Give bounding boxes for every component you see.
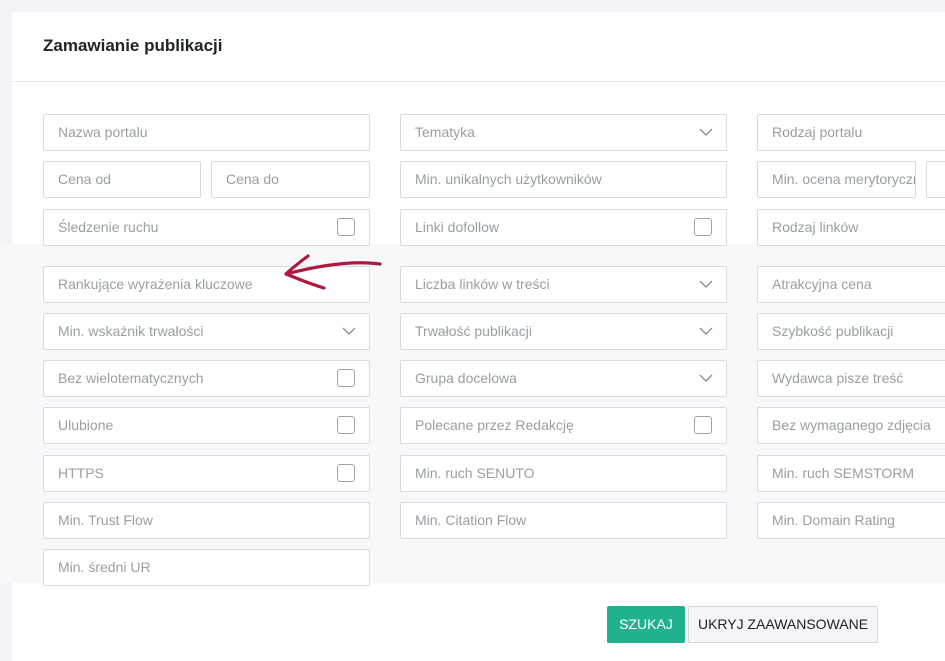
min-trust-flow-placeholder: Min. Trust Flow [58, 512, 153, 528]
links-in-content-select[interactable]: Liczba linków w treści [400, 266, 727, 303]
topic-label: Tematyka [415, 124, 475, 140]
target-group-label: Grupa docelowa [415, 370, 517, 386]
min-merit-rating-placeholder: Min. ocena merytoryczna [772, 171, 916, 187]
https-checkbox-field[interactable]: HTTPS [43, 455, 370, 492]
no-multitopic-checkbox[interactable] [337, 369, 355, 387]
traffic-tracking-checkbox[interactable] [337, 218, 355, 236]
favorites-label: Ulubione [58, 417, 114, 433]
next-field-input[interactable] [926, 161, 945, 198]
no-photo-required-label: Bez wymaganego zdjęcia [772, 417, 931, 433]
min-citation-flow-placeholder: Min. Citation Flow [415, 512, 527, 528]
links-in-content-label: Liczba linków w treści [415, 276, 550, 292]
annotation-arrow-icon [284, 254, 382, 290]
editor-recommended-checkbox-field[interactable]: Polecane przez Redakcję [400, 407, 727, 444]
min-citation-flow-input[interactable]: Min. Citation Flow [400, 502, 727, 539]
traffic-tracking-label: Śledzenie ruchu [58, 219, 159, 235]
publication-durability-label: Trwałość publikacji [415, 323, 532, 339]
min-semstorm-placeholder: Min. ruch SEMSTORM [772, 465, 915, 481]
min-unique-users-placeholder: Min. unikalnych użytkowników [415, 171, 602, 187]
dofollow-links-checkbox-field[interactable]: Linki dofollow [400, 209, 727, 246]
min-avg-ur-input[interactable]: Min. średni UR [43, 549, 370, 586]
publisher-writes-label: Wydawca pisze treść [772, 370, 904, 386]
https-label: HTTPS [58, 465, 104, 481]
portal-type-select[interactable]: Rodzaj portalu [757, 114, 945, 151]
attractive-price-field[interactable]: Atrakcyjna cena [757, 266, 945, 303]
min-senuto-input[interactable]: Min. ruch SENUTO [400, 455, 727, 492]
portal-type-label: Rodzaj portalu [772, 124, 863, 140]
ranking-keywords-placeholder: Rankujące wyrażenia kluczowe [58, 276, 253, 292]
portal-name-placeholder: Nazwa portalu [58, 124, 148, 140]
chevron-down-icon [699, 327, 713, 335]
favorites-checkbox-field[interactable]: Ulubione [43, 407, 370, 444]
no-photo-required-field[interactable]: Bez wymaganego zdjęcia [757, 407, 945, 444]
editor-recommended-checkbox[interactable] [694, 416, 712, 434]
favorites-checkbox[interactable] [337, 416, 355, 434]
panel-header: Zamawianie publikacji [12, 12, 945, 82]
portal-name-input[interactable]: Nazwa portalu [43, 114, 370, 151]
publisher-writes-field[interactable]: Wydawca pisze treść [757, 360, 945, 397]
publication-durability-select[interactable]: Trwałość publikacji [400, 313, 727, 350]
link-type-select[interactable]: Rodzaj linków [757, 209, 945, 246]
chevron-down-icon [699, 280, 713, 288]
min-unique-users-input[interactable]: Min. unikalnych użytkowników [400, 161, 727, 198]
publication-speed-label: Szybkość publikacji [772, 323, 894, 339]
traffic-tracking-checkbox-field[interactable]: Śledzenie ruchu [43, 209, 370, 246]
min-domain-rating-placeholder: Min. Domain Rating [772, 512, 895, 528]
https-checkbox[interactable] [337, 464, 355, 482]
attractive-price-label: Atrakcyjna cena [772, 276, 872, 292]
dofollow-links-checkbox[interactable] [694, 218, 712, 236]
price-from-placeholder: Cena od [58, 171, 111, 187]
min-merit-rating-input[interactable]: Min. ocena merytoryczna [757, 161, 916, 198]
price-to-input[interactable]: Cena do [211, 161, 370, 198]
publication-speed-select[interactable]: Szybkość publikacji [757, 313, 945, 350]
price-from-input[interactable]: Cena od [43, 161, 201, 198]
link-type-label: Rodzaj linków [772, 219, 859, 235]
dofollow-links-label: Linki dofollow [415, 219, 500, 235]
hide-advanced-button[interactable]: UKRYJ ZAAWANSOWANE [688, 606, 878, 643]
chevron-down-icon [342, 327, 356, 335]
page-title: Zamawianie publikacji [43, 36, 223, 55]
topic-select[interactable]: Tematyka [400, 114, 727, 151]
min-avg-ur-placeholder: Min. średni UR [58, 559, 151, 575]
editor-recommended-label: Polecane przez Redakcję [415, 417, 574, 433]
chevron-down-icon [699, 374, 713, 382]
min-trust-flow-input[interactable]: Min. Trust Flow [43, 502, 370, 539]
min-domain-rating-input[interactable]: Min. Domain Rating [757, 502, 945, 539]
chevron-down-icon [699, 128, 713, 136]
price-to-placeholder: Cena do [226, 171, 279, 187]
min-durability-select[interactable]: Min. wskaźnik trwałości [43, 313, 370, 350]
min-senuto-placeholder: Min. ruch SENUTO [415, 465, 535, 481]
min-durability-label: Min. wskaźnik trwałości [58, 323, 204, 339]
no-multitopic-checkbox-field[interactable]: Bez wielotematycznych [43, 360, 370, 397]
search-button[interactable]: SZUKAJ [607, 606, 685, 643]
target-group-select[interactable]: Grupa docelowa [400, 360, 727, 397]
min-semstorm-input[interactable]: Min. ruch SEMSTORM [757, 455, 945, 492]
no-multitopic-label: Bez wielotematycznych [58, 370, 204, 386]
